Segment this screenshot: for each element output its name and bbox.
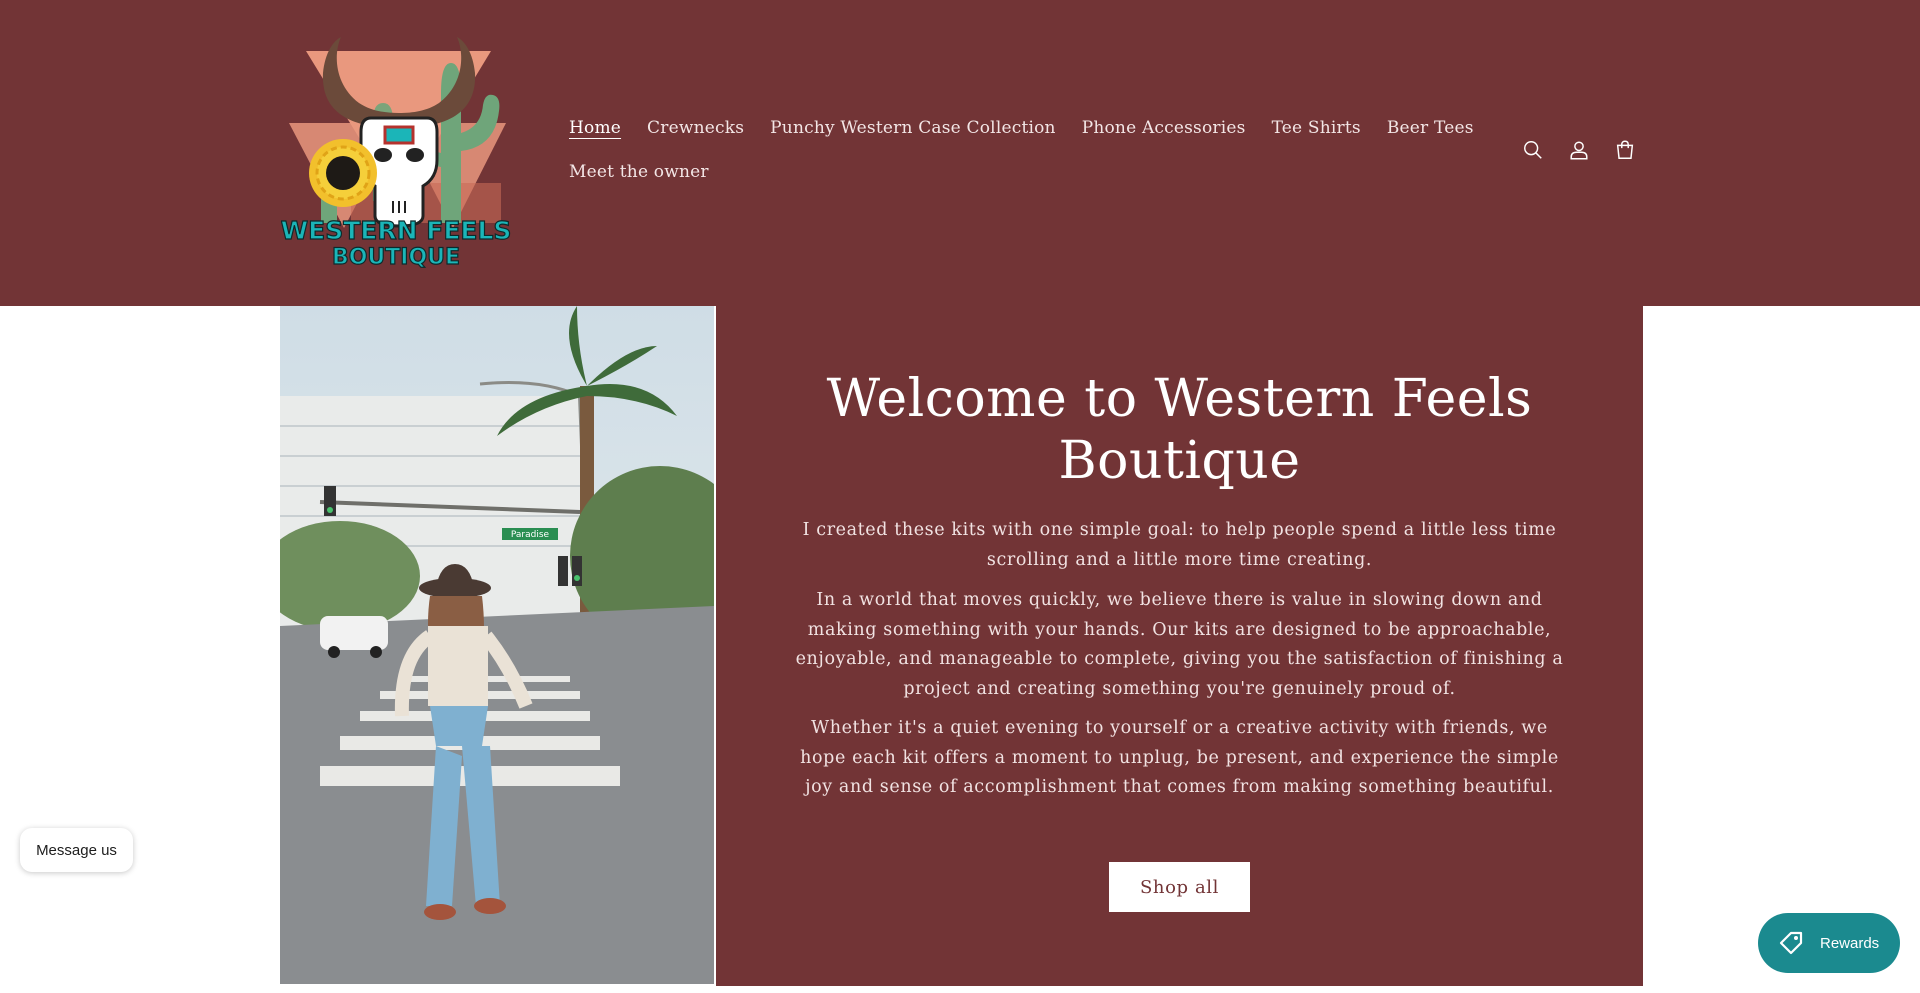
hero-image: Paradise <box>280 306 714 984</box>
nav-row-2: Meet the owner <box>569 156 1489 188</box>
logo-graphic: WESTERN FEELS BOUTIQUE <box>280 37 512 271</box>
cart-icon[interactable] <box>1614 138 1636 162</box>
brand-logo[interactable]: WESTERN FEELS BOUTIQUE <box>280 33 512 273</box>
hero-heading-line2: Boutique <box>1058 431 1301 491</box>
hero-paragraph-2: In a world that moves quickly, we believ… <box>795 590 1564 699</box>
logo-text-bottom: BOUTIQUE <box>332 245 460 270</box>
search-icon[interactable] <box>1522 138 1544 162</box>
rewards-label: Rewards <box>1820 934 1880 952</box>
hero-paragraph-3: Whether it's a quiet evening to yourself… <box>800 718 1559 797</box>
nav-item-punchy-western-case-collection[interactable]: Punchy Western Case Collection <box>770 118 1056 138</box>
logo-text-top: WESTERN FEELS <box>281 216 511 245</box>
account-icon[interactable] <box>1568 138 1590 162</box>
tag-icon <box>1779 931 1803 955</box>
nav-item-home[interactable]: Home <box>569 118 621 138</box>
nav-row-1: Home Crewnecks Punchy Western Case Colle… <box>569 112 1489 144</box>
message-us-button[interactable]: Message us <box>20 828 133 872</box>
site-header: WESTERN FEELS BOUTIQUE Home Crewnecks Pu… <box>0 0 1920 306</box>
nav-item-meet-the-owner[interactable]: Meet the owner <box>569 162 709 182</box>
nav-item-crewnecks[interactable]: Crewnecks <box>647 118 744 138</box>
nav-item-tee-shirts[interactable]: Tee Shirts <box>1272 118 1361 138</box>
nav-item-phone-accessories[interactable]: Phone Accessories <box>1082 118 1246 138</box>
hero-heading: Welcome to Western Feels Boutique <box>716 368 1643 492</box>
hero-heading-line1: Welcome to Western Feels <box>826 369 1533 429</box>
hero-photo-illustration: Paradise <box>280 306 714 984</box>
hero-content: Welcome to Western Feels Boutique I crea… <box>716 306 1643 986</box>
street-sign-text: Paradise <box>511 530 550 540</box>
shop-all-button[interactable]: Shop all <box>1109 862 1250 912</box>
hero-paragraph-1: I created these kits with one simple goa… <box>802 520 1557 570</box>
nav-item-beer-tees[interactable]: Beer Tees <box>1387 118 1474 138</box>
rewards-button[interactable]: Rewards <box>1758 913 1900 973</box>
main-navigation: Home Crewnecks Punchy Western Case Colle… <box>569 112 1489 188</box>
header-icons <box>1522 138 1636 162</box>
